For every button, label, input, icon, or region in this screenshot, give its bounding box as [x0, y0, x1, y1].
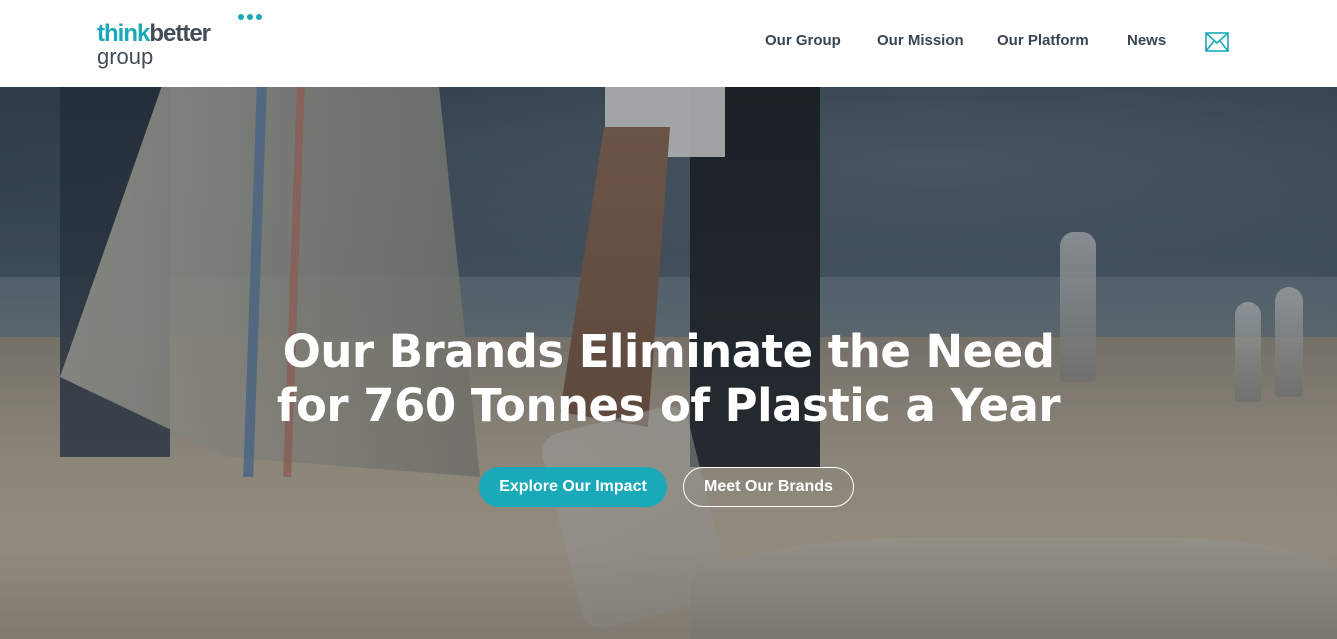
site-header: thinkbetter group Our Group Our Mission … [0, 0, 1337, 87]
hero-title: Our Brands Eliminate the Need for 760 To… [0, 325, 1337, 433]
logo-dots-icon [238, 14, 262, 20]
think-better-group-logo[interactable]: thinkbetter group [97, 14, 272, 74]
logo-group-text: group [97, 44, 154, 69]
hero-section: Our Brands Eliminate the Need for 760 To… [0, 87, 1337, 639]
nav-item-our-mission[interactable]: Our Mission [877, 32, 964, 49]
nav-item-news[interactable]: News [1127, 32, 1166, 49]
hero-title-line-2: for 760 Tonnes of Plastic a Year [276, 379, 1061, 432]
mail-icon[interactable] [1205, 32, 1229, 52]
meet-our-brands-button[interactable]: Meet Our Brands [683, 467, 854, 507]
nav-item-our-group[interactable]: Our Group [765, 32, 841, 49]
hero-title-line-1: Our Brands Eliminate the Need [282, 325, 1055, 378]
explore-our-impact-button[interactable]: Explore Our Impact [479, 467, 667, 507]
nav-item-our-platform[interactable]: Our Platform [997, 32, 1089, 49]
